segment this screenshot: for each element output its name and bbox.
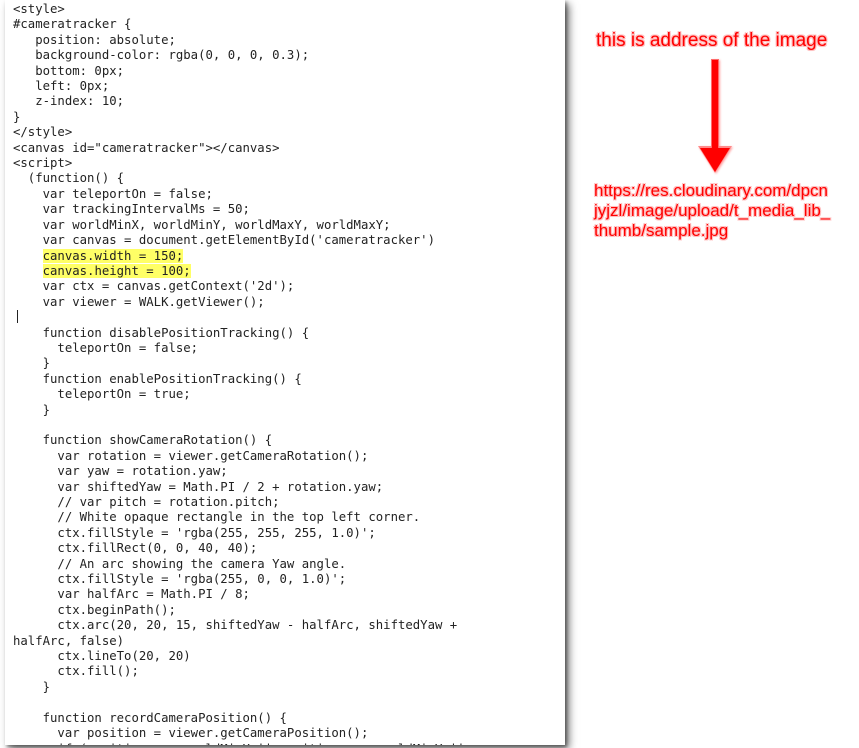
code-line	[13, 249, 43, 263]
code-line: ctx.fillStyle = 'rgba(255, 255, 255, 1.0…	[13, 526, 376, 540]
code-line: }	[13, 356, 50, 370]
code-line: // An arc showing the camera Yaw angle.	[13, 557, 346, 571]
code-line: function recordCameraPosition() {	[13, 711, 287, 725]
code-line: z-index: 10;	[13, 94, 124, 108]
code-line: <script>	[13, 156, 72, 170]
code-line: left: 0px;	[13, 79, 109, 93]
code-line: ctx.fillStyle = 'rgba(255, 0, 0, 1.0)';	[13, 572, 346, 586]
code-line: var trackingIntervalMs = 50;	[13, 202, 250, 216]
code-line: // White opaque rectangle in the top lef…	[13, 510, 420, 524]
code-line: var yaw = rotation.yaw;	[13, 464, 228, 478]
code-line: var rotation = viewer.getCameraRotation(…	[13, 449, 368, 463]
code-line: ctx.fillRect(0, 0, 40, 40);	[13, 541, 257, 555]
code-line: <style>	[13, 2, 65, 16]
annotation-url-line: https://res.cloudinary.com/dpcn	[594, 181, 828, 200]
code-line: // var pitch = rotation.pitch;	[13, 495, 280, 509]
code-line: var shiftedYaw = Math.PI / 2 + rotation.…	[13, 480, 383, 494]
code-line: ctx.arc(20, 20, 15, shiftedYaw - halfArc…	[13, 618, 457, 632]
annotation-url-line: thumb/sample.jpg	[594, 221, 728, 240]
annotation-url-line: jyjzl/image/upload/t_media_lib_	[594, 201, 830, 220]
code-line: ctx.beginPath();	[13, 603, 176, 617]
code-line: }	[13, 680, 50, 694]
code-line: }	[13, 110, 20, 124]
code-highlight: canvas.height = 100;	[43, 264, 191, 278]
code-line: var teleportOn = false;	[13, 187, 213, 201]
code-line: var worldMinX, worldMinY, worldMaxY, wor…	[13, 218, 391, 232]
code-line: var ctx = canvas.getContext('2d');	[13, 279, 294, 293]
code-editor-body[interactable]: <style> #cameratracker { position: absol…	[5, 0, 565, 745]
code-line: #cameratracker {	[13, 17, 131, 31]
code-line: ctx.lineTo(20, 20)	[13, 649, 191, 663]
annotation-caption: this is address of the image	[596, 30, 827, 52]
annotation-url: https://res.cloudinary.com/dpcn jyjzl/im…	[594, 181, 854, 241]
code-line: if (position.x < worldMinX || position.y…	[13, 742, 465, 746]
code-line	[13, 264, 43, 278]
code-line: <canvas id="cameratracker"></canvas>	[13, 141, 280, 155]
code-line: bottom: 0px;	[13, 64, 124, 78]
code-line: position: absolute;	[13, 33, 176, 47]
code-line: background-color: rgba(0, 0, 0, 0.3);	[13, 48, 309, 62]
arrow-down-icon	[700, 60, 730, 175]
code-line: }	[13, 403, 50, 417]
code-line: function disablePositionTracking() {	[13, 326, 309, 340]
code-line: halfArc, false)	[13, 634, 124, 648]
code-line: </style>	[13, 125, 72, 139]
code-line: teleportOn = true;	[13, 387, 191, 401]
code-highlight: canvas.width = 150;	[43, 249, 184, 263]
code-line: var viewer = WALK.getViewer();	[13, 295, 265, 309]
code-line: function showCameraRotation() {	[13, 433, 272, 447]
text-cursor	[17, 310, 18, 323]
code-line: teleportOn = false;	[13, 341, 198, 355]
code-line: function enablePositionTracking() {	[13, 372, 302, 386]
code-line: var position = viewer.getCameraPosition(…	[13, 726, 368, 740]
code-editor-panel: <style> #cameratracker { position: absol…	[5, 0, 565, 745]
code-line: ctx.fill();	[13, 664, 139, 678]
code-line: (function() {	[13, 171, 124, 185]
code-line: var halfArc = Math.PI / 8;	[13, 587, 250, 601]
code-line: var canvas = document.getElementById('ca…	[13, 233, 435, 247]
